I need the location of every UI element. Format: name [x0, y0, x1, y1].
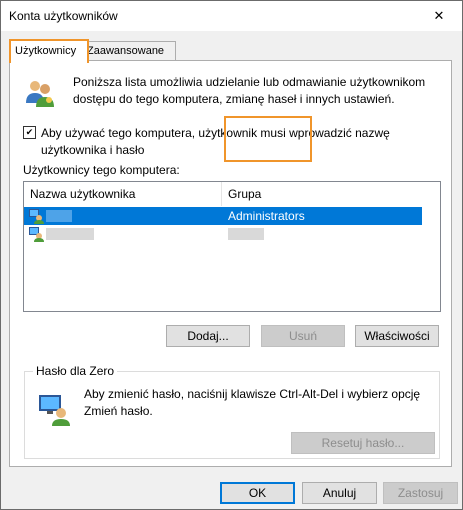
title-bar: Konta użytkowników ✕ [1, 1, 462, 31]
group-cell: Administrators [228, 209, 305, 223]
users-list-label: Użytkownicy tego komputera: [23, 163, 180, 177]
reset-password-button[interactable]: Resetuj hasło... [291, 432, 435, 454]
table-row[interactable] [24, 225, 422, 243]
user-account-icon [29, 227, 44, 242]
username-cell [46, 210, 72, 222]
column-header-username[interactable]: Nazwa użytkownika [24, 182, 220, 206]
user-account-icon [29, 209, 44, 224]
group-cell [228, 228, 264, 240]
window-title: Konta użytkowników [9, 9, 118, 23]
checkmark-icon: ✔ [25, 127, 34, 137]
column-header-group-label: Grupa [228, 187, 262, 201]
users-tab-panel: Poniższa lista umożliwia udzielanie lub … [9, 60, 452, 467]
remove-user-button[interactable]: Usuń [261, 325, 345, 347]
password-instructions: Aby zmienić hasło, naciśnij klawisze Ctr… [84, 387, 421, 418]
close-icon: ✕ [433, 8, 445, 23]
users-icon [26, 81, 54, 107]
user-accounts-dialog: Konta użytkowników ✕ Użytkownicy Zaawans… [0, 0, 463, 510]
tab-advanced[interactable]: Zaawansowane [82, 41, 176, 61]
tab-users-label: Użytkownicy [15, 45, 77, 57]
tab-advanced-label: Zaawansowane [87, 45, 165, 57]
password-groupbox-title: Hasło dla Zero [33, 364, 118, 378]
apply-button[interactable]: Zastosuj [383, 482, 458, 504]
monitor-user-icon [39, 395, 70, 426]
ok-button[interactable]: OK [220, 482, 295, 504]
users-listview[interactable]: Nazwa użytkownika Grupa Administrators [23, 181, 441, 312]
close-button[interactable]: ✕ [416, 1, 462, 31]
intro-text: Poniższa lista umożliwia udzielanie lub … [73, 75, 426, 106]
column-header-username-label: Nazwa użytkownika [30, 187, 136, 201]
require-login-checkbox[interactable]: ✔ [23, 126, 36, 139]
column-header-group[interactable]: Grupa [222, 182, 328, 206]
add-user-button[interactable]: Dodaj... [166, 325, 250, 347]
properties-button[interactable]: Właściwości [355, 325, 439, 347]
listview-header: Nazwa użytkownika Grupa [24, 182, 440, 206]
tab-users[interactable]: Użytkownicy [9, 39, 89, 63]
cancel-button[interactable]: Anuluj [302, 482, 377, 504]
require-login-label[interactable]: Aby używać tego komputera, użytkownik mu… [41, 125, 441, 159]
username-cell [46, 228, 94, 240]
table-row[interactable]: Administrators [24, 207, 422, 225]
password-groupbox: Hasło dla Zero Aby zmienić hasło, naciśn… [24, 364, 440, 459]
